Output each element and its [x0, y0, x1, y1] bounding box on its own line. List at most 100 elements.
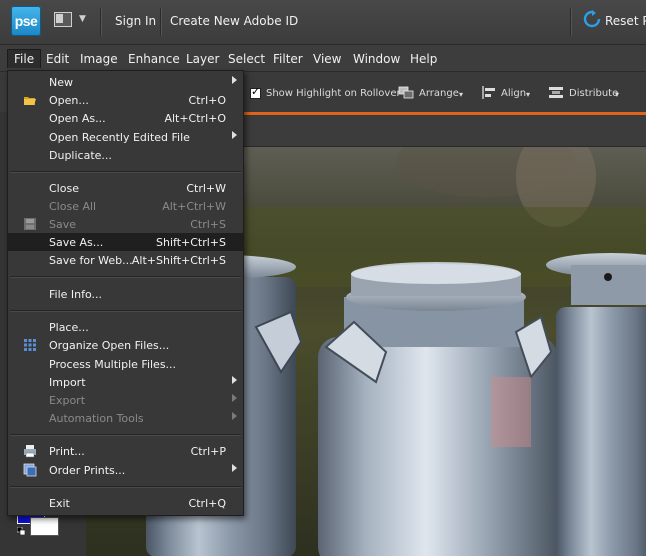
menu-item-save-as[interactable]: Save As... Shift+Ctrl+S: [8, 233, 243, 251]
menu-item-close-all: Close All Alt+Ctrl+W: [8, 197, 243, 215]
menu-item-label: Close: [49, 182, 79, 195]
menu-item-label: Duplicate...: [49, 149, 112, 162]
shortcut-label: Alt+Ctrl+O: [164, 112, 226, 125]
menu-item-label: File Info...: [49, 288, 103, 301]
divider: [100, 8, 102, 36]
menu-item-label: Open Recently Edited File: [49, 131, 190, 144]
submenu-arrow-icon: [232, 76, 237, 84]
menu-item-label: Save: [49, 218, 77, 231]
shortcut-label: Ctrl+O: [188, 94, 226, 107]
menu-item-file-info[interactable]: File Info...: [8, 285, 243, 303]
menu-item-print[interactable]: Print... Ctrl+P: [8, 442, 243, 460]
app-logo: pse: [11, 6, 41, 36]
menu-item-automation-tools: Automation Tools: [8, 409, 243, 427]
submenu-arrow-icon: [232, 376, 237, 384]
menu-item-label: Save As...: [49, 236, 104, 249]
menu-file[interactable]: File: [7, 49, 42, 68]
menu-item-label: Export: [49, 394, 86, 407]
menu-item-label: Save for Web...: [49, 254, 133, 267]
reset-panels-button[interactable]: Reset Pa: [605, 14, 646, 28]
menu-enhance[interactable]: Enhance: [128, 52, 180, 66]
menu-item-process-multiple-files[interactable]: Process Multiple Files...: [8, 355, 243, 373]
menu-item-label: Organize Open Files...: [49, 339, 170, 352]
submenu-arrow-icon: [232, 394, 237, 402]
menu-item-save: Save Ctrl+S: [8, 215, 243, 233]
menu-item-place[interactable]: Place...: [8, 318, 243, 336]
default-colors-icon[interactable]: [17, 527, 25, 535]
document-tab-bar: [240, 116, 646, 147]
align-icon[interactable]: [481, 86, 497, 99]
menu-item-save-for-web[interactable]: Save for Web... Alt+Shift+Ctrl+S: [8, 251, 243, 269]
menu-item-order-prints[interactable]: Order Prints...: [8, 461, 243, 479]
submenu-arrow-icon: [232, 412, 237, 420]
menu-filter[interactable]: Filter: [273, 52, 303, 66]
shortcut-label: Shift+Ctrl+S: [156, 236, 226, 249]
shortcut-label: Alt+Shift+Ctrl+S: [131, 254, 226, 267]
menu-view[interactable]: View: [313, 52, 341, 66]
menu-item-label: Order Prints...: [49, 464, 126, 477]
menu-separator: [10, 434, 241, 436]
order-prints-icon: [23, 463, 37, 477]
grid-icon: [24, 339, 36, 351]
background-color-swatch[interactable]: [30, 517, 59, 536]
menu-help[interactable]: Help: [410, 52, 437, 66]
folder-icon: [24, 97, 36, 105]
layout-icon[interactable]: [54, 12, 76, 30]
menu-separator: [10, 310, 241, 312]
checkmark-icon: ✓: [251, 85, 261, 98]
menu-item-label: Exit: [49, 497, 70, 510]
submenu-arrow-icon: [232, 131, 237, 139]
menu-image[interactable]: Image: [80, 52, 118, 66]
shortcut-label: Ctrl+Q: [188, 497, 226, 510]
printer-icon: [24, 445, 36, 458]
menu-select[interactable]: Select: [228, 52, 265, 66]
menu-item-close[interactable]: Close Ctrl+W: [8, 179, 243, 197]
chevron-down-icon[interactable]: ▾: [459, 90, 463, 99]
menu-window[interactable]: Window: [353, 52, 400, 66]
menu-item-label: Automation Tools: [49, 412, 144, 425]
sign-in-link[interactable]: Sign In: [115, 14, 156, 28]
menu-item-duplicate[interactable]: Duplicate...: [8, 146, 243, 164]
file-menu-dropdown: New Open... Ctrl+O Open As... Alt+Ctrl+O…: [7, 70, 244, 516]
shortcut-label: Ctrl+P: [190, 445, 226, 458]
menu-item-open[interactable]: Open... Ctrl+O: [8, 91, 243, 109]
submenu-arrow-icon: [232, 464, 237, 472]
show-highlight-label: Show Highlight on Rollover: [266, 88, 401, 99]
menu-item-export: Export: [8, 391, 243, 409]
menu-item-label: Open As...: [49, 112, 106, 125]
save-icon: [24, 218, 36, 230]
menu-separator: [10, 276, 241, 278]
menu-item-exit[interactable]: Exit Ctrl+Q: [8, 494, 243, 512]
menu-item-import[interactable]: Import: [8, 373, 243, 391]
reset-icon[interactable]: [583, 10, 601, 28]
shortcut-label: Alt+Ctrl+W: [162, 200, 226, 213]
divider: [570, 8, 572, 36]
menu-item-label: Place...: [49, 321, 89, 334]
menu-edit[interactable]: Edit: [46, 52, 69, 66]
chevron-down-icon[interactable]: ▼: [79, 14, 86, 24]
create-adobe-id-link[interactable]: Create New Adobe ID: [170, 14, 298, 28]
distribute-icon[interactable]: [548, 86, 564, 99]
menu-item-open-as[interactable]: Open As... Alt+Ctrl+O: [8, 109, 243, 127]
menu-separator: [10, 486, 241, 488]
chevron-down-icon[interactable]: ▾: [526, 90, 530, 99]
align-dropdown[interactable]: Align: [501, 88, 526, 99]
menu-item-label: Open...: [49, 94, 89, 107]
menu-item-organize-open-files[interactable]: Organize Open Files...: [8, 336, 243, 354]
shortcut-label: Ctrl+W: [186, 182, 226, 195]
distribute-dropdown[interactable]: Distribute: [569, 88, 618, 99]
menu-item-label: New: [49, 76, 73, 89]
arrange-dropdown[interactable]: Arrange: [419, 88, 459, 99]
menu-item-open-recent[interactable]: Open Recently Edited File: [8, 128, 243, 146]
menu-layer[interactable]: Layer: [186, 52, 219, 66]
menu-item-new[interactable]: New: [8, 73, 243, 91]
menu-item-label: Import: [49, 376, 86, 389]
menu-item-label: Print...: [49, 445, 85, 458]
menu-separator: [10, 171, 241, 173]
chevron-down-icon[interactable]: ▾: [615, 90, 619, 99]
arrange-icon[interactable]: [398, 86, 414, 99]
shortcut-label: Ctrl+S: [190, 218, 226, 231]
menu-item-label: Close All: [49, 200, 97, 213]
active-tab-indicator: [240, 112, 646, 115]
menu-item-label: Process Multiple Files...: [49, 358, 177, 371]
